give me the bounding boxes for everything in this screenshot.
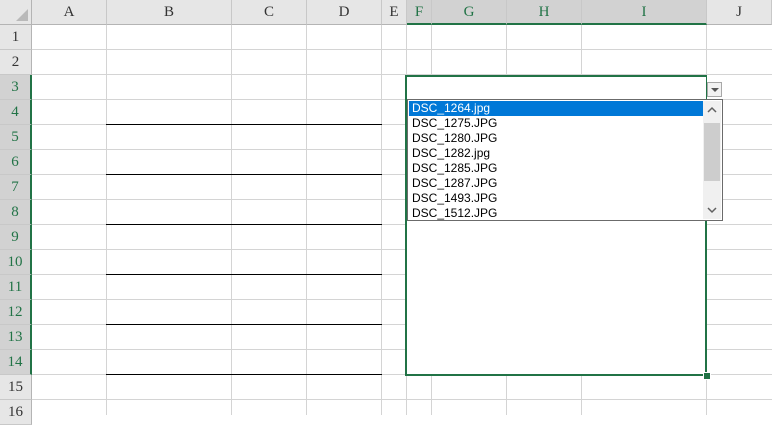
- cell-bottom-border: [106, 374, 382, 375]
- cell-bottom-border: [106, 124, 382, 125]
- cell-bottom-border: [106, 324, 382, 325]
- validation-dropdown[interactable]: DSC_1264.jpg DSC_1275.JPG DSC_1280.JPG D…: [407, 77, 723, 222]
- gridline: [32, 399, 772, 400]
- dropdown-item[interactable]: DSC_1280.JPG: [409, 131, 703, 146]
- dropdown-item[interactable]: DSC_1287.JPG: [409, 176, 703, 191]
- cell-bottom-border: [106, 274, 382, 275]
- row-header-4[interactable]: 4: [0, 100, 32, 125]
- dropdown-item[interactable]: DSC_1275.JPG: [409, 116, 703, 131]
- dropdown-input[interactable]: [407, 77, 706, 99]
- dropdown-list[interactable]: DSC_1264.jpg DSC_1275.JPG DSC_1280.JPG D…: [407, 99, 723, 221]
- scroll-thumb[interactable]: [704, 123, 720, 181]
- col-header-b[interactable]: B: [107, 0, 232, 25]
- gridline: [231, 25, 232, 415]
- scroll-up-icon[interactable]: [703, 101, 721, 119]
- dropdown-item[interactable]: DSC_1285.JPG: [409, 161, 703, 176]
- dropdown-item[interactable]: DSC_1493.JPG: [409, 191, 703, 206]
- scroll-down-icon[interactable]: [703, 201, 721, 219]
- fill-handle[interactable]: [703, 372, 711, 380]
- row-header-10[interactable]: 10: [0, 250, 32, 275]
- col-header-e[interactable]: E: [382, 0, 407, 25]
- chevron-down-icon[interactable]: [707, 82, 722, 97]
- row-header-5[interactable]: 5: [0, 125, 32, 150]
- dropdown-item[interactable]: DSC_1512.JPG: [409, 206, 703, 221]
- col-header-f[interactable]: F: [407, 0, 432, 25]
- dropdown-item-selected[interactable]: DSC_1264.jpg: [409, 101, 703, 116]
- dropdown-scrollbar[interactable]: [703, 101, 721, 219]
- row-header-7[interactable]: 7: [0, 175, 32, 200]
- col-header-g[interactable]: G: [432, 0, 507, 25]
- cell-bottom-border: [106, 224, 382, 225]
- gridline: [32, 49, 772, 50]
- dropdown-item[interactable]: DSC_1282.jpg: [409, 146, 703, 161]
- row-header-1[interactable]: 1: [0, 25, 32, 50]
- row-header-13[interactable]: 13: [0, 325, 32, 350]
- gridline: [306, 25, 307, 415]
- col-header-d[interactable]: D: [307, 0, 382, 25]
- row-header-9[interactable]: 9: [0, 225, 32, 250]
- row-header-11[interactable]: 11: [0, 275, 32, 300]
- col-header-h[interactable]: H: [507, 0, 582, 25]
- gridline: [106, 25, 107, 415]
- select-all-corner[interactable]: [0, 0, 32, 25]
- col-header-j[interactable]: J: [707, 0, 772, 25]
- row-header-8[interactable]: 8: [0, 200, 32, 225]
- row-header-16[interactable]: 16: [0, 400, 32, 425]
- col-header-c[interactable]: C: [232, 0, 307, 25]
- col-header-i[interactable]: I: [582, 0, 707, 25]
- row-header-12[interactable]: 12: [0, 300, 32, 325]
- row-header-15[interactable]: 15: [0, 375, 32, 400]
- col-header-a[interactable]: A: [32, 0, 107, 25]
- dropdown-items: DSC_1264.jpg DSC_1275.JPG DSC_1280.JPG D…: [409, 101, 703, 221]
- cell-bottom-border: [106, 174, 382, 175]
- row-header-6[interactable]: 6: [0, 150, 32, 175]
- row-header-3[interactable]: 3: [0, 75, 32, 100]
- row-header-14[interactable]: 14: [0, 350, 32, 375]
- row-header-2[interactable]: 2: [0, 50, 32, 75]
- gridline: [381, 25, 382, 415]
